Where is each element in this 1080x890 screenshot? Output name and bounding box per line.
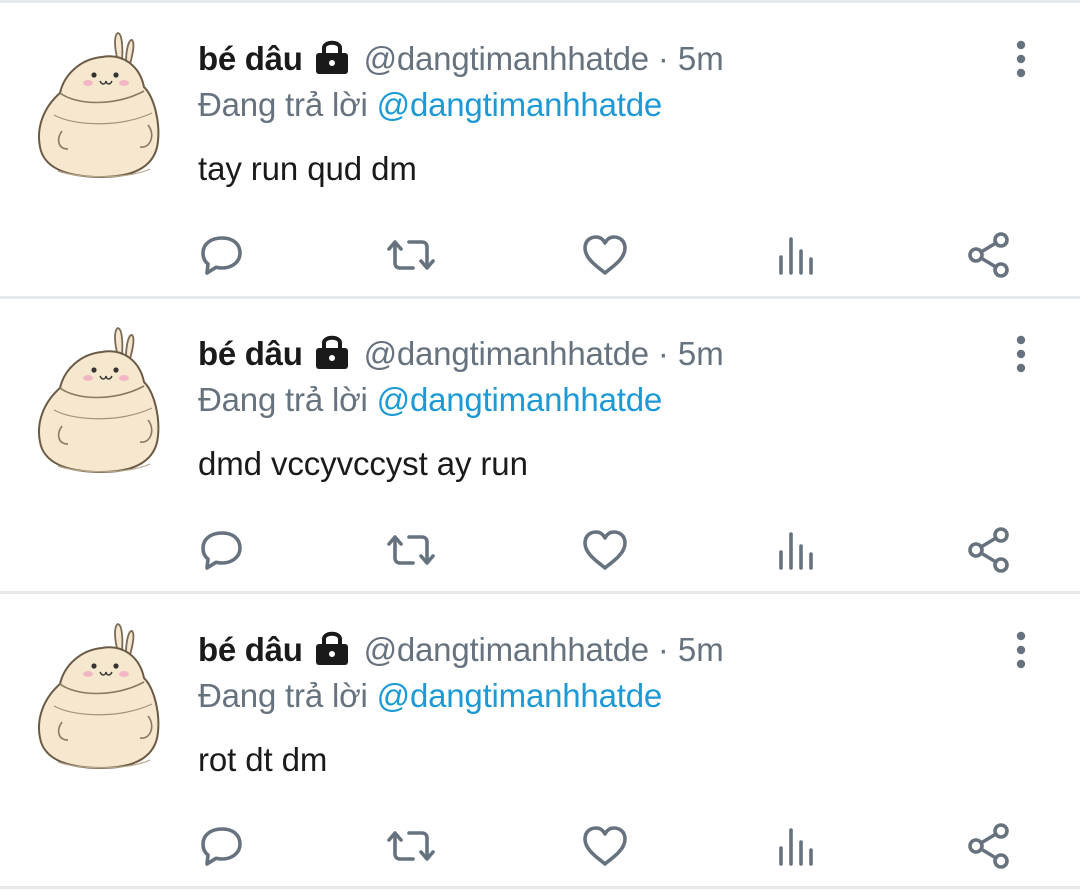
share-button[interactable] [963,524,1015,576]
reply-prefix: Đang trả lời [198,86,368,123]
views-icon [779,237,813,275]
separator: · [657,631,669,668]
avatar[interactable] [36,31,168,181]
retweet-icon [387,831,435,861]
separator: · [657,335,669,372]
reply-target-link[interactable]: @dangtimanhhatde [377,677,663,715]
reply-icon [201,236,242,275]
handle[interactable]: @dangtimanhhatde [364,631,650,669]
separator: · [657,40,669,77]
tweet[interactable]: bé dâu @dangtimanhhatde · 5m Đang trả lờ… [0,594,1080,887]
retweet-button[interactable] [385,820,437,872]
reply-target-link[interactable]: @dangtimanhhatde [377,86,663,124]
tweet-feed: bé dâu @dangtimanhhatde · 5m Đang trả lờ… [0,0,1080,890]
avatar[interactable] [36,326,168,476]
reply-prefix: Đang trả lời [198,381,368,418]
display-name[interactable]: bé dâu [198,40,303,78]
views-button[interactable] [771,524,823,576]
views-icon [779,532,813,570]
like-icon [583,530,627,570]
views-icon [779,828,813,866]
views-button[interactable] [771,229,823,281]
tweet-text: tay run qud dm [198,150,417,187]
reply-context: Đang trả lời @dangtimanhhatde [198,674,662,718]
lock-icon [315,335,348,369]
share-button[interactable] [963,229,1015,281]
tweet-text: rot dt dm [198,741,328,778]
lock-icon [315,40,348,74]
reply-prefix: Đang trả lời [198,677,368,714]
retweet-icon [387,535,435,565]
tweet[interactable]: bé dâu @dangtimanhhatde · 5m Đang trả lờ… [0,3,1080,296]
tweet-header: bé dâu @dangtimanhhatde · 5m [198,628,724,672]
tweet[interactable]: bé dâu @dangtimanhhatde · 5m Đang trả lờ… [0,298,1080,591]
more-icon[interactable] [1006,334,1036,374]
retweet-button[interactable] [385,229,437,281]
timestamp[interactable]: 5m [678,40,724,78]
share-icon [968,823,1009,869]
share-icon [968,527,1009,573]
timestamp[interactable]: 5m [678,335,724,373]
tweet-header: bé dâu @dangtimanhhatde · 5m [198,332,724,376]
divider [0,886,1080,889]
retweet-button[interactable] [385,524,437,576]
reply-button[interactable] [196,820,248,872]
handle[interactable]: @dangtimanhhatde [364,335,650,373]
tweet-header: bé dâu @dangtimanhhatde · 5m [198,37,724,81]
tweet-text: dmd vccyvccyst ay run [198,445,528,482]
views-button[interactable] [771,820,823,872]
like-button[interactable] [579,229,631,281]
reply-context: Đang trả lời @dangtimanhhatde [198,378,662,422]
retweet-icon [387,240,435,270]
display-name[interactable]: bé dâu [198,335,303,373]
share-button[interactable] [963,820,1015,872]
more-icon[interactable] [1006,630,1036,670]
lock-icon [315,631,348,665]
like-icon [583,235,627,275]
avatar[interactable] [36,622,168,772]
reply-icon [201,531,242,570]
reply-button[interactable] [196,229,248,281]
like-icon [583,826,627,866]
reply-target-link[interactable]: @dangtimanhhatde [377,381,663,419]
like-button[interactable] [579,820,631,872]
reply-icon [201,827,242,866]
reply-context: Đang trả lời @dangtimanhhatde [198,83,662,127]
more-icon[interactable] [1006,39,1036,79]
display-name[interactable]: bé dâu [198,631,303,669]
timestamp[interactable]: 5m [678,631,724,669]
like-button[interactable] [579,524,631,576]
share-icon [968,232,1009,278]
handle[interactable]: @dangtimanhhatde [364,40,650,78]
reply-button[interactable] [196,524,248,576]
